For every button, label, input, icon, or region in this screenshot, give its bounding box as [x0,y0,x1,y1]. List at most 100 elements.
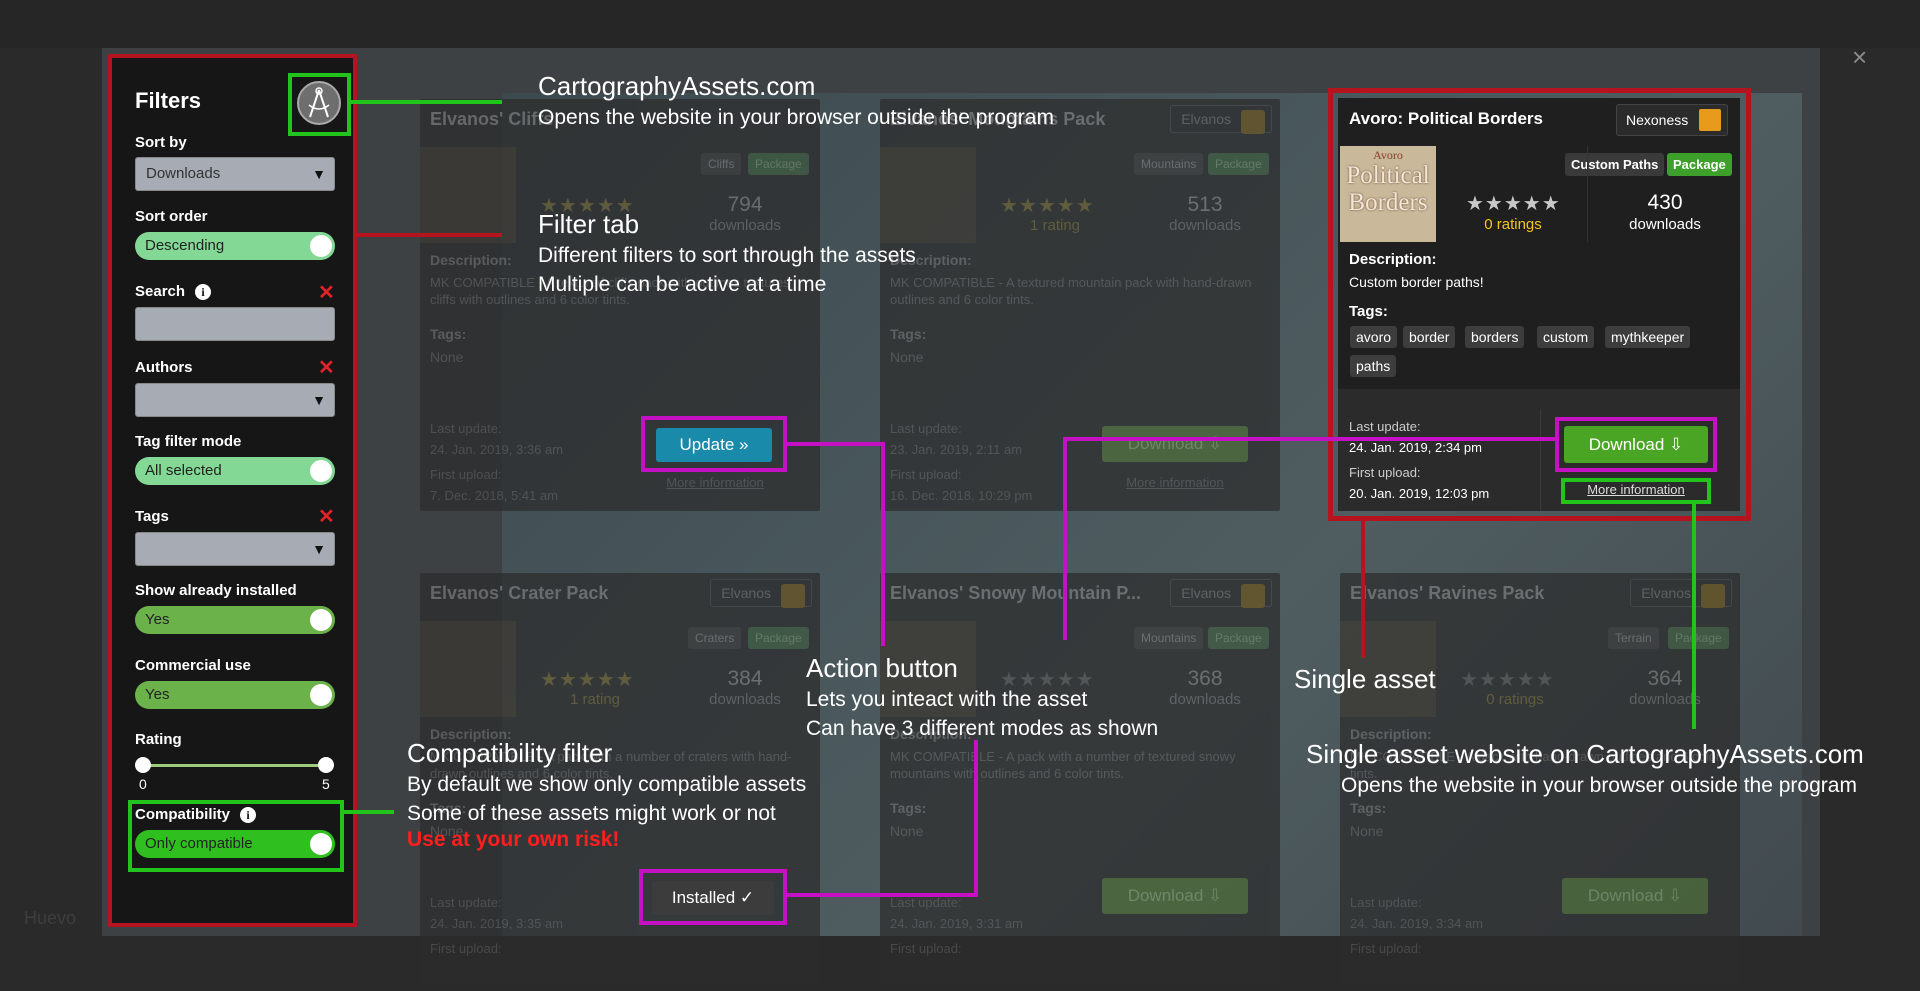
rating-count: 0 ratings [1486,691,1544,708]
download-label: Download [1588,435,1665,454]
action-button-annotation-title: Action button [806,653,958,683]
single-asset-website-annotation-text: Opens the website in your browser outsid… [1341,774,1857,797]
rating-slider-min-handle[interactable] [135,757,151,773]
last-update-value: 24. Jan. 2019, 2:34 pm [1349,440,1482,455]
toggle-knob [310,235,332,257]
tags-label: Tags: [890,326,927,342]
show-installed-label: Show already installed [135,582,297,599]
compatibility-annotation-title: Compatibility filter [407,738,613,768]
update-button[interactable]: Update » [656,428,772,462]
toggle-knob [310,609,332,631]
download-button[interactable]: Download ⇩ [1562,878,1708,914]
author-badge[interactable]: Elvanos [1170,579,1272,608]
rating-count: 1 rating [569,691,621,708]
info-icon[interactable]: i [240,807,257,824]
info-icon[interactable]: i [195,284,212,301]
footer-divider [1540,409,1541,511]
category-tag: Terrain [1608,627,1659,649]
last-update-value: 24. Jan. 2019, 3:35 am [430,916,563,931]
download-button[interactable]: Download ⇩ [1102,426,1248,462]
description-text: MK COMPATIBLE - A textured mountain pack… [890,275,1252,307]
compatibility-value: Only compatible [145,835,253,852]
last-update-value: 24. Jan. 2019, 3:36 am [430,442,563,457]
stats-divider [1587,146,1588,242]
search-input[interactable] [135,307,335,341]
downloads-count: 513 [1187,193,1223,216]
download-button[interactable]: Download ⇩ [1102,878,1248,914]
commercial-use-value: Yes [145,686,170,703]
show-installed-toggle[interactable]: Yes [135,606,335,634]
tag-chip: mythkeeper [1605,326,1691,348]
asset-title: Avoro: Political Borders [1349,109,1543,128]
tags-value: None [890,823,924,839]
rating-stars: ★★★★★ [1460,669,1555,691]
clear-authors-icon[interactable]: ✕ [318,355,335,380]
author-avatar-icon [1241,110,1265,134]
author-badge[interactable]: Elvanos [1170,105,1272,134]
clear-search-icon[interactable]: ✕ [318,280,335,305]
tag-chip: borders [1465,326,1525,348]
tags-value: None [1350,823,1384,839]
last-update-label: Last update: [1349,419,1421,434]
rating-slider-max-handle[interactable] [318,757,334,773]
chevron-down-icon: ▼ [312,541,326,557]
compatibility-toggle[interactable]: Only compatible [135,830,335,858]
tags-value: None [430,349,464,365]
first-upload-label: First upload: [1349,465,1421,480]
authors-select[interactable]: ▼ [135,383,335,417]
clear-tags-icon[interactable]: ✕ [318,504,335,529]
chevron-down-icon: ▼ [312,166,326,182]
rating-stars: ★★★★★ [1466,193,1561,215]
sort-by-select[interactable]: Downloads ▼ [135,157,335,191]
download-label: Download [1587,886,1664,905]
more-information-link[interactable]: More information [1561,482,1711,497]
description-text: Custom border paths! [1349,274,1484,290]
author-badge[interactable]: Elvanos [710,579,812,608]
chevrons-right-icon: » [739,435,749,454]
category-tag: Custom Paths [1565,153,1665,176]
rating-slider-track[interactable] [142,764,326,767]
close-icon[interactable]: × [1852,44,1867,70]
sort-by-label: Sort by [135,134,187,151]
connector-line [357,233,502,237]
tag-chip: avoro [1350,326,1398,348]
compatibility-annotation-line1: By default we show only compatible asset… [407,773,807,796]
rating-label: Rating [135,731,182,748]
author-name: Elvanos [1641,585,1691,601]
category-tag: Craters [688,627,742,649]
more-information-link[interactable]: More information [1102,475,1248,490]
compass-logo-icon[interactable] [297,81,341,125]
more-information-link[interactable]: More information [642,475,788,490]
downloads-count: 368 [1187,667,1223,690]
author-badge[interactable]: Elvanos [1630,579,1732,608]
update-label: Update [679,435,735,454]
connector-line [1063,437,1067,640]
download-button[interactable]: Download ⇩ [1564,426,1708,463]
check-icon: ✓ [739,888,755,907]
search-label: Search i [135,283,212,301]
downloads-count: 364 [1647,667,1683,690]
author-badge[interactable]: Nexoness [1616,104,1728,136]
asset-card: Elvanos' Mountains Pack Elvanos Mountain… [880,99,1280,511]
author-name: Elvanos [721,585,771,601]
connector-line [1063,437,1555,441]
sort-order-toggle[interactable]: Descending [135,232,335,260]
asset-thumbnail [880,147,976,243]
compatibility-label-text: Compatibility [135,806,231,823]
last-update-label: Last update: [890,421,962,436]
filter-tab-annotation-line2: Multiple can be active at a time [538,273,827,296]
thumbnail-title: Political Borders [1346,162,1430,216]
downloads-count: 794 [727,193,763,216]
first-upload-value: 20. Jan. 2019, 12:03 pm [1349,486,1490,501]
commercial-use-toggle[interactable]: Yes [135,681,335,709]
installed-button[interactable]: Installed ✓ [652,881,774,915]
tags-filter-label: Tags [135,508,169,525]
downloads-label: downloads [1169,691,1241,708]
tags-select[interactable]: ▼ [135,532,335,566]
category-tag: Mountains [1134,153,1204,175]
first-upload-label: First upload: [1350,941,1422,956]
first-upload-label: First upload: [430,467,502,482]
download-label: Download [1127,886,1204,905]
asset-card: Elvanos' Snowy Mountain P... Elvanos Mou… [880,573,1280,985]
tag-filter-mode-toggle[interactable]: All selected [135,457,335,485]
